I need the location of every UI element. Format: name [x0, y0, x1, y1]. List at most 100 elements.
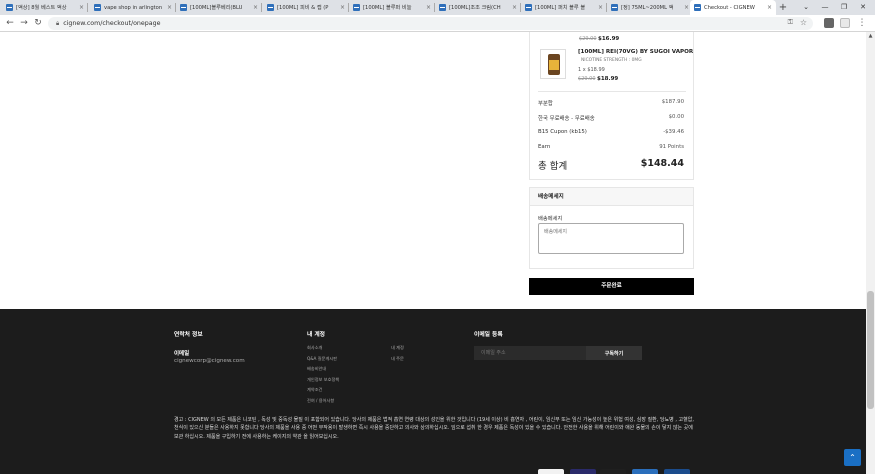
restore-button[interactable]: ❐	[834, 0, 854, 15]
close-tab-icon[interactable]: ×	[598, 4, 603, 11]
newsletter-email-input[interactable]	[474, 346, 586, 360]
subtotal-label: 부분합	[538, 101, 553, 107]
delivery-message-panel: 배송메세지 배송메세지	[529, 187, 694, 269]
contact-title: 연락처 정보	[174, 332, 203, 338]
site-favicon-icon	[694, 4, 701, 11]
url-bar[interactable]: 🔒︎ cignew.com/checkout/onepage ⚿ ☆	[48, 17, 813, 30]
site-favicon-icon	[6, 4, 13, 11]
site-favicon-icon	[180, 4, 187, 11]
item-old-price: $29.00	[579, 36, 597, 42]
scroll-up-arrow-icon[interactable]: ▲	[866, 32, 875, 40]
product-title[interactable]: [100ML] REI(70VG) BY SUGOI VAPOR	[578, 49, 693, 55]
reload-icon[interactable]: ↻	[31, 15, 45, 32]
tab-search-icon[interactable]: ⌄	[796, 0, 816, 15]
account-title: 내 계정	[307, 332, 326, 338]
browser-tab[interactable]: [100ML]조조 크림(CH ×	[435, 0, 521, 15]
address-bar: ← → ↻ 🔒︎ cignew.com/checkout/onepage ⚿ ☆…	[0, 15, 875, 32]
lock-icon: 🔒︎	[56, 19, 60, 27]
footer-link-privacy[interactable]: 개인정보 보호정책	[307, 377, 339, 383]
site-favicon-icon	[267, 4, 274, 11]
close-window-button[interactable]: ✕	[853, 0, 873, 15]
browser-tab[interactable]: [100ML] 블루퍼 비늘 ×	[349, 0, 435, 15]
visa-card-icon	[538, 469, 564, 474]
delivery-message-input[interactable]	[538, 223, 684, 254]
coupon-label: B15 Cupon (kb15)	[538, 129, 587, 135]
footer-link-shipping[interactable]: 배송비안내	[307, 366, 326, 372]
health-warning-text: 경고 : CIGNEW 의 모든 제품은 니코틴 , 독성 및 중독성 물질 이…	[174, 417, 694, 440]
tab-title: [정] 75ML~200ML 액	[621, 5, 674, 11]
total-label: 총 합계	[538, 161, 568, 172]
tab-title: [100ML] 피비 & 젭 (P	[277, 5, 329, 11]
new-tab-button[interactable]: +	[776, 0, 790, 15]
tab-title: [100ML] 블루퍼 비늘	[363, 5, 412, 11]
key-icon[interactable]: ⚿	[788, 18, 793, 27]
item-price: $18.99	[597, 76, 619, 82]
browser-tab[interactable]: vape shop in arlington ×	[90, 0, 176, 15]
close-tab-icon[interactable]: ×	[684, 4, 689, 11]
subscribe-button[interactable]: 구독하기	[586, 346, 642, 360]
delivery-message-title: 배송메세지	[530, 188, 693, 206]
footer-link-my-orders[interactable]: 내 주문	[391, 356, 404, 362]
footer-link-about[interactable]: 회사소개	[307, 345, 322, 351]
browser-tab[interactable]: [100ML]블루베리(BLU ×	[176, 0, 262, 15]
jcb-card-icon	[664, 469, 690, 474]
total-value: $148.44	[640, 158, 684, 169]
forward-arrow-icon[interactable]: →	[17, 15, 31, 32]
tab-title: vape shop in arlington	[104, 4, 163, 11]
minimize-button[interactable]: —	[815, 0, 835, 15]
tab-title: [액상] 8월 베스트 액상	[16, 5, 67, 11]
payment-card-icon	[600, 469, 626, 474]
site-favicon-icon	[525, 4, 532, 11]
shipping-value: $0.00	[668, 114, 684, 120]
tab-title: [100ML]조조 크림(CH	[449, 5, 501, 11]
close-tab-icon[interactable]: ×	[340, 4, 345, 11]
close-tab-icon[interactable]: ×	[426, 4, 431, 11]
email-label: 이메일	[174, 351, 190, 357]
contact-email[interactable]: cignewcorp@cignew.com	[174, 358, 245, 364]
delivery-message-label: 배송메세지	[538, 216, 563, 222]
browser-tab[interactable]: [100ML] 퍼치 블루 블 ×	[521, 0, 607, 15]
browser-tab[interactable]: [정] 75ML~200ML 액 ×	[607, 0, 693, 15]
item-old-price: $29.00	[578, 76, 596, 82]
site-favicon-icon	[439, 4, 446, 11]
scroll-to-top-chevron-up-icon[interactable]: ⌃	[844, 449, 861, 466]
product-option: NICOTINE STRENGTH : 0MG	[581, 58, 642, 63]
browser-tab-active[interactable]: Checkout - CIGNEW ×	[690, 0, 776, 15]
footer-link-terms[interactable]: 계약조건	[307, 387, 322, 393]
url-text: cignew.com/checkout/onepage	[63, 20, 161, 27]
scrollbar-thumb[interactable]	[867, 291, 874, 409]
place-order-button[interactable]: 주문완료	[529, 278, 694, 295]
tab-title: Checkout - CIGNEW	[704, 4, 755, 11]
subtotal-value: $187.90	[661, 99, 684, 105]
bookmark-star-icon[interactable]: ☆	[800, 18, 807, 27]
profile-avatar-icon[interactable]	[840, 18, 850, 28]
close-tab-icon[interactable]: ×	[767, 4, 772, 11]
footer-link-my-account[interactable]: 내 계정	[391, 345, 404, 351]
earn-label: Earn	[538, 144, 551, 150]
close-tab-icon[interactable]: ×	[167, 4, 172, 11]
browser-tab[interactable]: [100ML] 피비 & 젭 (P ×	[263, 0, 349, 15]
footer-link-qna[interactable]: Q&A 질문게시판	[307, 356, 337, 362]
browser-tab[interactable]: [액상] 8월 베스트 액상 ×	[2, 0, 88, 15]
site-favicon-icon	[353, 4, 360, 11]
close-tab-icon[interactable]: ×	[512, 4, 517, 11]
product-quantity: 1 x $18.99	[578, 67, 605, 73]
close-tab-icon[interactable]: ×	[253, 4, 258, 11]
shipping-label: 한국 무료배송 - 무료배송	[538, 116, 595, 122]
amex-card-icon	[632, 469, 658, 474]
item-price: $16.99	[598, 36, 620, 42]
site-favicon-icon	[94, 4, 101, 11]
footer-link-refund[interactable]: 전여 / 용어사항	[307, 398, 334, 404]
mastercard-icon	[570, 469, 596, 474]
extension-icon[interactable]	[824, 18, 834, 28]
product-thumbnail[interactable]	[540, 49, 566, 79]
close-tab-icon[interactable]: ×	[79, 4, 84, 11]
newsletter-title: 이메일 등록	[474, 332, 503, 338]
tab-title: [100ML] 퍼치 블루 블	[535, 5, 586, 11]
coupon-value: -$39.46	[663, 129, 684, 135]
back-arrow-icon[interactable]: ←	[3, 15, 17, 32]
menu-kebab-icon[interactable]: ⋮	[857, 15, 867, 32]
tab-title: [100ML]블루베리(BLU	[190, 5, 243, 11]
earn-value: 91 Points	[659, 144, 684, 150]
browser-tab-strip: [액상] 8월 베스트 액상 × vape shop in arlington × …	[0, 0, 875, 15]
